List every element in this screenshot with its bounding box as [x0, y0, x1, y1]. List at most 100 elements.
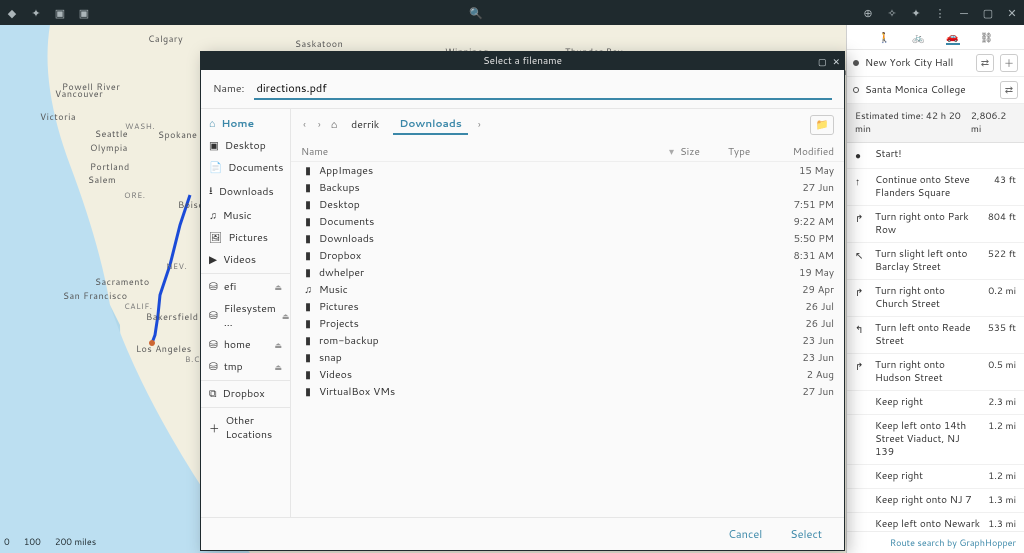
file-list[interactable]: ▮AppImages15 May▮Backups27 Jun▮Desktop7:…: [291, 162, 844, 517]
step-turn-icon: ↰: [855, 322, 867, 348]
place-item[interactable]: 📄Documents: [201, 157, 290, 179]
mode-walk-icon[interactable]: 🚶: [878, 31, 892, 45]
place-item[interactable]: ⧉Dropbox: [201, 380, 290, 405]
file-row[interactable]: ♫Music29 Apr: [301, 281, 834, 298]
minimize-icon[interactable]: ─: [958, 7, 970, 19]
step-text: Keep left onto 14th Street Viaduct, NJ 1…: [875, 420, 980, 459]
home-crumb-icon[interactable]: ⌂: [331, 118, 337, 132]
mode-car-icon[interactable]: 🚗: [946, 31, 960, 45]
file-modified: 9:22 AM: [776, 215, 834, 229]
crumb-fwd-icon[interactable]: ›: [316, 118, 323, 132]
crumb-user[interactable]: derrik: [345, 116, 385, 134]
crumb-back-icon[interactable]: ‹: [301, 118, 308, 132]
file-row[interactable]: ▮dwhelper19 May: [301, 264, 834, 281]
mode-transit-icon[interactable]: ⛓: [980, 31, 994, 45]
place-item[interactable]: ▶Videos: [201, 249, 290, 271]
place-label: Downloads: [219, 185, 274, 199]
favorite-icon[interactable]: ✧: [886, 7, 898, 19]
file-browser: ‹ › ⌂ derrik Downloads › 📁 Name ▾ Size T…: [291, 109, 844, 517]
file-row[interactable]: ▮rom-backup23 Jun: [301, 332, 834, 349]
cancel-button[interactable]: Cancel: [728, 526, 762, 542]
direction-step[interactable]: ↖Turn slight left onto Barclay Street522…: [847, 243, 1024, 280]
direction-step[interactable]: Keep right2.3 mi: [847, 391, 1024, 415]
route-from[interactable]: New York City Hall: [865, 56, 970, 70]
direction-step[interactable]: Keep right1.2 mi: [847, 465, 1024, 489]
star-icon[interactable]: ✦: [30, 7, 42, 19]
eject-icon[interactable]: ⏏: [274, 281, 282, 293]
file-row[interactable]: ▮Dropbox8:31 AM: [301, 247, 834, 264]
place-item[interactable]: ⌂Home: [201, 113, 290, 135]
directions-steps[interactable]: ●Start!↑Continue onto Steve Flanders Squ…: [847, 143, 1024, 531]
place-item[interactable]: ＋Other Locations: [201, 407, 290, 446]
dialog-close-icon[interactable]: ✕: [832, 55, 840, 68]
file-type-icon: ▮: [301, 164, 315, 178]
place-item[interactable]: ⛁efi⏏: [201, 273, 290, 298]
direction-step[interactable]: Keep right onto NJ 71.3 mi: [847, 489, 1024, 513]
compass-icon[interactable]: ✦: [910, 7, 922, 19]
filename-input[interactable]: [254, 78, 832, 100]
file-modified: 5:50 PM: [776, 232, 834, 246]
directions-panel: 🚶 🚲 🚗 ⛓ New York City Hall ⇄ ＋ Santa Mon…: [846, 25, 1024, 553]
place-item[interactable]: ⛁tmp⏏: [201, 356, 290, 378]
file-row[interactable]: ▮Videos2 Aug: [301, 366, 834, 383]
direction-step[interactable]: ↰Turn left onto Reade Street535 ft: [847, 317, 1024, 354]
close-icon[interactable]: ✕: [1006, 7, 1018, 19]
direction-step[interactable]: ↱Turn right onto Park Row804 ft: [847, 206, 1024, 243]
direction-step[interactable]: ↱Turn right onto Church Street0.2 mi: [847, 280, 1024, 317]
file-row[interactable]: ▮Projects26 Jul: [301, 315, 834, 332]
col-size[interactable]: Size: [680, 145, 728, 159]
file-row[interactable]: ▮snap23 Jun: [301, 349, 834, 366]
mode-bike-icon[interactable]: 🚲: [912, 31, 926, 45]
file-modified: 15 May: [776, 164, 834, 178]
dialog-body: ⌂Home▣Desktop📄Documents⭳Downloads♫Music🖼…: [201, 109, 844, 517]
maximize-icon[interactable]: ▢: [982, 7, 994, 19]
direction-step[interactable]: ●Start!: [847, 143, 1024, 169]
estimate-label: Estimated time: 42 h 20 min: [855, 110, 971, 136]
swap-icon[interactable]: ⇄: [976, 54, 994, 72]
map-label: San Francisco: [63, 289, 128, 302]
place-item[interactable]: 🖼Pictures: [201, 227, 290, 249]
direction-step[interactable]: ↱Turn right onto Hudson Street0.5 mi: [847, 354, 1024, 391]
file-name: Videos: [319, 368, 776, 382]
search-icon[interactable]: 🔍: [470, 7, 482, 19]
file-row[interactable]: ▮Documents9:22 AM: [301, 213, 834, 230]
places-sidebar[interactable]: ⌂Home▣Desktop📄Documents⭳Downloads♫Music🖼…: [201, 109, 291, 517]
file-row[interactable]: ▮AppImages15 May: [301, 162, 834, 179]
file-row[interactable]: ▮Backups27 Jun: [301, 179, 834, 196]
eject-icon[interactable]: ⏏: [274, 339, 282, 351]
place-icon: ⛁: [209, 360, 218, 374]
globe-icon[interactable]: ⊕: [862, 7, 874, 19]
eject-icon[interactable]: ⏏: [282, 310, 290, 322]
direction-step[interactable]: Keep left onto 14th Street Viaduct, NJ 1…: [847, 415, 1024, 465]
more-icon[interactable]: ⋮: [934, 7, 946, 19]
add-stop-button[interactable]: ＋: [1000, 54, 1018, 72]
file-row[interactable]: ▮Downloads5:50 PM: [301, 230, 834, 247]
file-row[interactable]: ▮Desktop7:51 PM: [301, 196, 834, 213]
file-row[interactable]: ▮Pictures26 Jul: [301, 298, 834, 315]
swap2-icon[interactable]: ⇄: [1000, 81, 1018, 99]
window-icon[interactable]: ▣: [54, 7, 66, 19]
route-credit[interactable]: Route search by GraphHopper: [847, 531, 1024, 553]
col-modified[interactable]: Modified: [776, 145, 834, 159]
file-modified: 23 Jun: [776, 334, 834, 348]
col-type[interactable]: Type: [728, 145, 776, 159]
direction-step[interactable]: Keep left onto Newark Turnpike, CR 5081.…: [847, 513, 1024, 531]
direction-step[interactable]: ↑Continue onto Steve Flanders Square43 f…: [847, 169, 1024, 206]
col-name[interactable]: Name: [301, 145, 669, 159]
place-item[interactable]: ▣Desktop: [201, 135, 290, 157]
crumb-folder[interactable]: Downloads: [393, 115, 468, 135]
window2-icon[interactable]: ▣: [78, 7, 90, 19]
eject-icon[interactable]: ⏏: [274, 361, 282, 373]
dialog-maximize-icon[interactable]: ▢: [818, 55, 827, 68]
new-folder-button[interactable]: 📁: [810, 115, 834, 135]
file-row[interactable]: ▮VirtualBox VMs27 Jun: [301, 383, 834, 400]
place-item[interactable]: ⛁Filesystem …⏏: [201, 298, 290, 334]
place-item[interactable]: ♫Music: [201, 205, 290, 227]
place-item[interactable]: ⭳Downloads: [201, 179, 290, 205]
route-to[interactable]: Santa Monica College: [865, 83, 994, 97]
file-name: Projects: [319, 317, 776, 331]
place-item[interactable]: ⛁home⏏: [201, 334, 290, 356]
sort-icon[interactable]: ▾: [669, 145, 674, 159]
app-menu-icon[interactable]: ◆: [6, 7, 18, 19]
select-button[interactable]: Select: [790, 526, 822, 542]
